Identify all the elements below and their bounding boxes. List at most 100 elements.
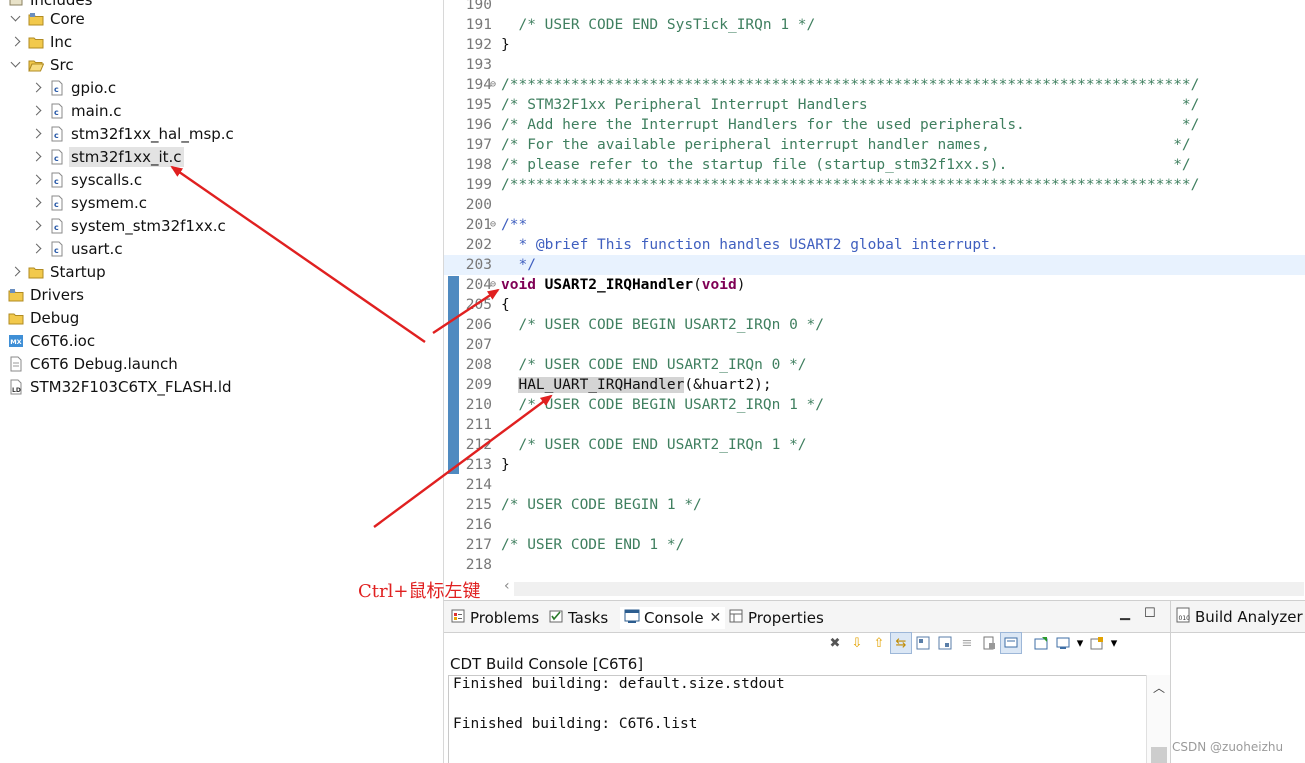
code-line[interactable]: 199 /************************************… <box>444 175 1305 195</box>
tree-item-stm32f1xx-it-c[interactable]: c stm32f1xx_it.c <box>0 145 443 168</box>
code-line[interactable]: 201 ⊖/** <box>444 215 1305 235</box>
tree-item-gpio-c[interactable]: c gpio.c <box>0 76 443 99</box>
display-console-icon[interactable] <box>1030 632 1052 654</box>
copy-build-log-icon[interactable] <box>912 632 934 654</box>
code-line[interactable]: 213} <box>444 455 1305 475</box>
code-line[interactable]: 216 <box>444 515 1305 535</box>
chevron-right-icon[interactable] <box>31 82 43 94</box>
chevron-down-icon[interactable] <box>10 13 22 25</box>
tree-item-sysmem-c[interactable]: c sysmem.c <box>0 191 443 214</box>
line-number: 215 <box>465 497 492 513</box>
hal-uart-irqhandler-call[interactable]: HAL_UART_IRQHandler <box>518 377 685 393</box>
tree-item-syscalls-c[interactable]: c syscalls.c <box>0 168 443 191</box>
code-line[interactable]: 200 <box>444 195 1305 215</box>
fold-toggle-icon[interactable]: ⊖ <box>490 215 500 235</box>
code-line[interactable]: 215 /* USER CODE BEGIN 1 */ <box>444 495 1305 515</box>
function-name[interactable]: USART2_IRQHandler <box>545 277 693 293</box>
tab-properties[interactable]: Properties <box>728 607 824 629</box>
folder-icon <box>8 310 24 326</box>
chevron-down-icon[interactable] <box>10 59 22 71</box>
open-console-icon[interactable] <box>1052 632 1074 654</box>
console-output[interactable]: Finished building: default.size.stdout Fi… <box>448 675 1152 763</box>
chevron-right-icon[interactable] <box>31 174 43 186</box>
scroll-lock-icon[interactable]: ⇆ <box>890 632 912 654</box>
chevron-right-icon[interactable] <box>31 220 43 232</box>
pin-console-icon[interactable] <box>1000 632 1022 654</box>
show-console-icon[interactable] <box>978 632 1000 654</box>
tab-build-analyzer[interactable]: 010 Build Analyzer <box>1175 607 1303 627</box>
chevron-right-icon[interactable] <box>31 105 43 117</box>
tab-tasks[interactable]: Tasks <box>548 607 608 629</box>
previous-error-icon[interactable] <box>934 632 956 654</box>
tree-item-inc[interactable]: Inc <box>0 30 443 53</box>
code-line[interactable]: 214 <box>444 475 1305 495</box>
tree-item-label: C6T6.ioc <box>30 331 96 350</box>
chevron-right-icon[interactable] <box>31 243 43 255</box>
scroll-up-icon[interactable]: ⇧ <box>868 632 890 654</box>
code-line[interactable]: 204 ⊖ void USART2_IRQHandler(void) <box>444 275 1305 295</box>
tree-item-debug[interactable]: Debug <box>0 306 443 329</box>
code-line[interactable]: 191 /* USER CODE END SysTick_IRQn 1 */ <box>444 15 1305 35</box>
fold-toggle-icon[interactable]: ⊖ <box>490 75 500 95</box>
tree-item-src[interactable]: Src <box>0 53 443 76</box>
chevron-down-icon[interactable]: ▾ <box>1108 632 1120 654</box>
code-line[interactable]: 210 /* USER CODE BEGIN USART2_IRQn 1 */ <box>444 395 1305 415</box>
tree-item-label: Startup <box>50 262 106 281</box>
tab-tasks-label: Tasks <box>568 609 609 627</box>
tree-item-main-c[interactable]: c main.c <box>0 99 443 122</box>
tree-item-drivers[interactable]: Drivers <box>0 283 443 306</box>
scroll-left-icon[interactable]: ‹ <box>504 578 510 594</box>
tree-item-c6t6-ioc[interactable]: MX C6T6.ioc <box>0 329 443 352</box>
tree-item-usart-c[interactable]: c usart.c <box>0 237 443 260</box>
code-line[interactable]: 211 <box>444 415 1305 435</box>
chevron-right-icon[interactable] <box>31 197 43 209</box>
scroll-down-icon[interactable]: ⇩ <box>846 632 868 654</box>
code-line[interactable]: 202 * @brief This function handles USART… <box>444 235 1305 255</box>
code-line[interactable]: 207 <box>444 335 1305 355</box>
code-line[interactable]: 190 <box>444 0 1305 15</box>
chevron-right-icon[interactable] <box>31 128 43 140</box>
chevron-right-icon[interactable] <box>10 36 22 48</box>
tree-item-label: syscalls.c <box>71 170 143 189</box>
tree-item-startup[interactable]: Startup <box>0 260 443 283</box>
code-line[interactable]: 209 HAL_UART_IRQHandler(&huart2); <box>444 375 1305 395</box>
chevron-up-icon[interactable]: ︿ <box>1153 679 1165 696</box>
tree-item-stm32f103c6tx-flash-ld[interactable]: LD STM32F103C6TX_FLASH.ld <box>0 375 443 398</box>
chevron-down-icon[interactable]: ▾ <box>1074 632 1086 654</box>
bottom-panel: Problems Tasks Console ✕ Properties ▁ ☐ … <box>443 600 1171 763</box>
code-line[interactable]: 208 /* USER CODE END USART2_IRQn 0 */ <box>444 355 1305 375</box>
code-line[interactable]: 198 /* please refer to the startup file (… <box>444 155 1305 175</box>
word-wrap-icon[interactable]: ≡ <box>956 632 978 654</box>
code-text: HAL_UART_IRQHandler(&huart2); <box>501 375 772 395</box>
horizontal-scrollbar[interactable] <box>514 582 1304 596</box>
code-line[interactable]: 195 /* STM32F1xx Peripheral Interrupt Han… <box>444 95 1305 115</box>
code-line[interactable]: 192} <box>444 35 1305 55</box>
code-line[interactable]: 217 /* USER CODE END 1 */ <box>444 535 1305 555</box>
new-console-icon[interactable] <box>1086 632 1108 654</box>
chevron-right-icon[interactable] <box>31 151 43 163</box>
code-line[interactable]: 197 /* For the available peripheral inter… <box>444 135 1305 155</box>
code-line[interactable]: 212 /* USER CODE END USART2_IRQn 1 */ <box>444 435 1305 455</box>
code-line[interactable]: 203 */ <box>444 255 1305 275</box>
code-line[interactable]: 193 <box>444 55 1305 75</box>
minimize-icon[interactable]: ▁ <box>1120 606 1130 621</box>
scrollbar-thumb[interactable] <box>1151 747 1167 763</box>
tree-item-stm32f1xx-hal-msp-c[interactable]: c stm32f1xx_hal_msp.c <box>0 122 443 145</box>
code-editor[interactable]: 190 191 /* USER CODE END SysTick_IRQn 1 *… <box>443 0 1305 600</box>
tab-console[interactable]: Console ✕ <box>620 607 726 629</box>
tree-item-system-stm32f1xx-c[interactable]: c system_stm32f1xx.c <box>0 214 443 237</box>
code-line[interactable]: 206 /* USER CODE BEGIN USART2_IRQn 0 */ <box>444 315 1305 335</box>
code-line[interactable]: 196 /* Add here the Interrupt Handlers fo… <box>444 115 1305 135</box>
tab-problems[interactable]: Problems <box>450 607 539 629</box>
code-line[interactable]: 205 { <box>444 295 1305 315</box>
code-line[interactable]: 218 <box>444 555 1305 575</box>
chevron-right-icon[interactable] <box>10 266 22 278</box>
maximize-icon[interactable]: ☐ <box>1144 606 1156 621</box>
fold-toggle-icon[interactable]: ⊖ <box>490 275 500 295</box>
close-icon[interactable]: ✕ <box>710 610 722 626</box>
vertical-scrollbar[interactable]: ︿ <box>1146 675 1170 763</box>
tree-item-core[interactable]: Core <box>0 7 443 30</box>
code-line[interactable]: 194 ⊖/***********************************… <box>444 75 1305 95</box>
tree-item-c6t6-debug-launch[interactable]: C6T6 Debug.launch <box>0 352 443 375</box>
clear-console-icon[interactable]: ✖ <box>824 632 846 654</box>
